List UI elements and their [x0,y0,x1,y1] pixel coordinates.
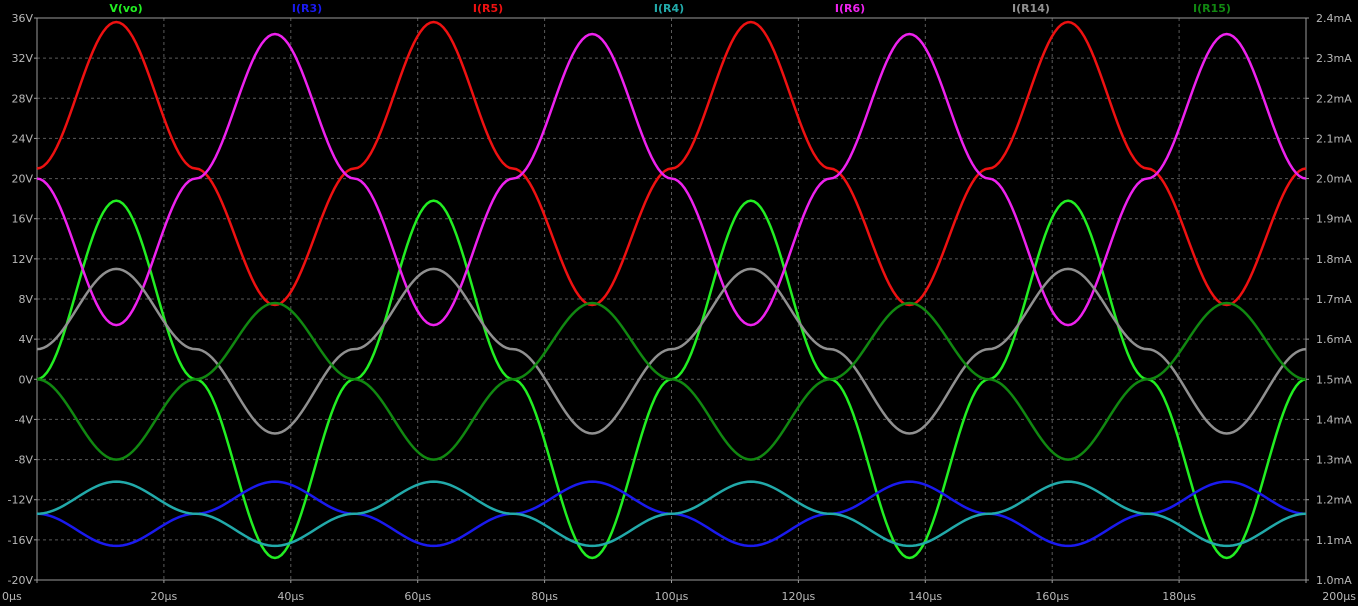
left-tick-label: 12V [11,253,33,266]
left-tick-label: 24V [11,132,33,145]
legend-label-i-r5[interactable]: I(R5) [473,2,503,15]
x-tick-label: 60µs [404,590,431,603]
x-tick-label: 120µs [782,590,816,603]
left-tick-label: -12V [8,494,34,507]
right-tick-label: 2.1mA [1316,132,1352,145]
x-tick-label: 80µs [531,590,558,603]
left-tick-label: -16V [8,534,34,547]
left-tick-label: 16V [11,213,33,226]
left-tick-label: 0V [18,373,33,386]
left-tick-label: -4V [15,413,34,426]
right-tick-label: 1.6mA [1316,333,1352,346]
left-tick-label: -8V [15,454,34,467]
left-tick-label: 32V [11,52,33,65]
left-tick-label: 36V [11,12,33,25]
legend-label-v-vo[interactable]: V(vo) [109,2,142,15]
x-tick-label: 40µs [277,590,304,603]
right-tick-label: 2.0mA [1316,173,1352,186]
right-tick-label: 1.1mA [1316,534,1352,547]
left-tick-label: -20V [8,574,34,587]
x-tick-label: 160µs [1035,590,1069,603]
left-tick-label: 8V [18,293,33,306]
waveform-plot: -20V -16V -12V -8V -4V 0V 4V 8V 12V 16V 20V 24V 28V 3… [0,0,1358,606]
right-tick-label: 1.7mA [1316,293,1352,306]
right-tick-label: 1.2mA [1316,494,1352,507]
right-tick-label: 2.2mA [1316,92,1352,105]
right-tick-label: 2.4mA [1316,12,1352,25]
legend-label-i-r3[interactable]: I(R3) [292,2,322,15]
legend-label-i-r15[interactable]: I(R15) [1193,2,1231,15]
x-tick-label: 180µs [1162,590,1196,603]
right-tick-label: 1.8mA [1316,253,1352,266]
x-tick-label: 140µs [908,590,942,603]
right-tick-label: 2.3mA [1316,52,1352,65]
x-tick-label: 20µs [151,590,178,603]
x-tick-label: 100µs [655,590,689,603]
left-tick-label: 20V [11,173,33,186]
left-tick-label: 4V [18,333,33,346]
right-tick-label: 1.3mA [1316,454,1352,467]
right-tick-label: 1.9mA [1316,213,1352,226]
x-tick-label: 0µs [2,590,22,603]
right-tick-label: 1.0mA [1316,574,1352,587]
legend-label-i-r14[interactable]: I(R14) [1012,2,1050,15]
x-tick-label: 200µs [1322,590,1356,603]
legend-label-i-r4[interactable]: I(R4) [654,2,684,15]
left-tick-label: 28V [11,92,33,105]
legend-label-i-r6[interactable]: I(R6) [835,2,865,15]
right-tick-label: 1.5mA [1316,373,1352,386]
right-tick-label: 1.4mA [1316,413,1352,426]
